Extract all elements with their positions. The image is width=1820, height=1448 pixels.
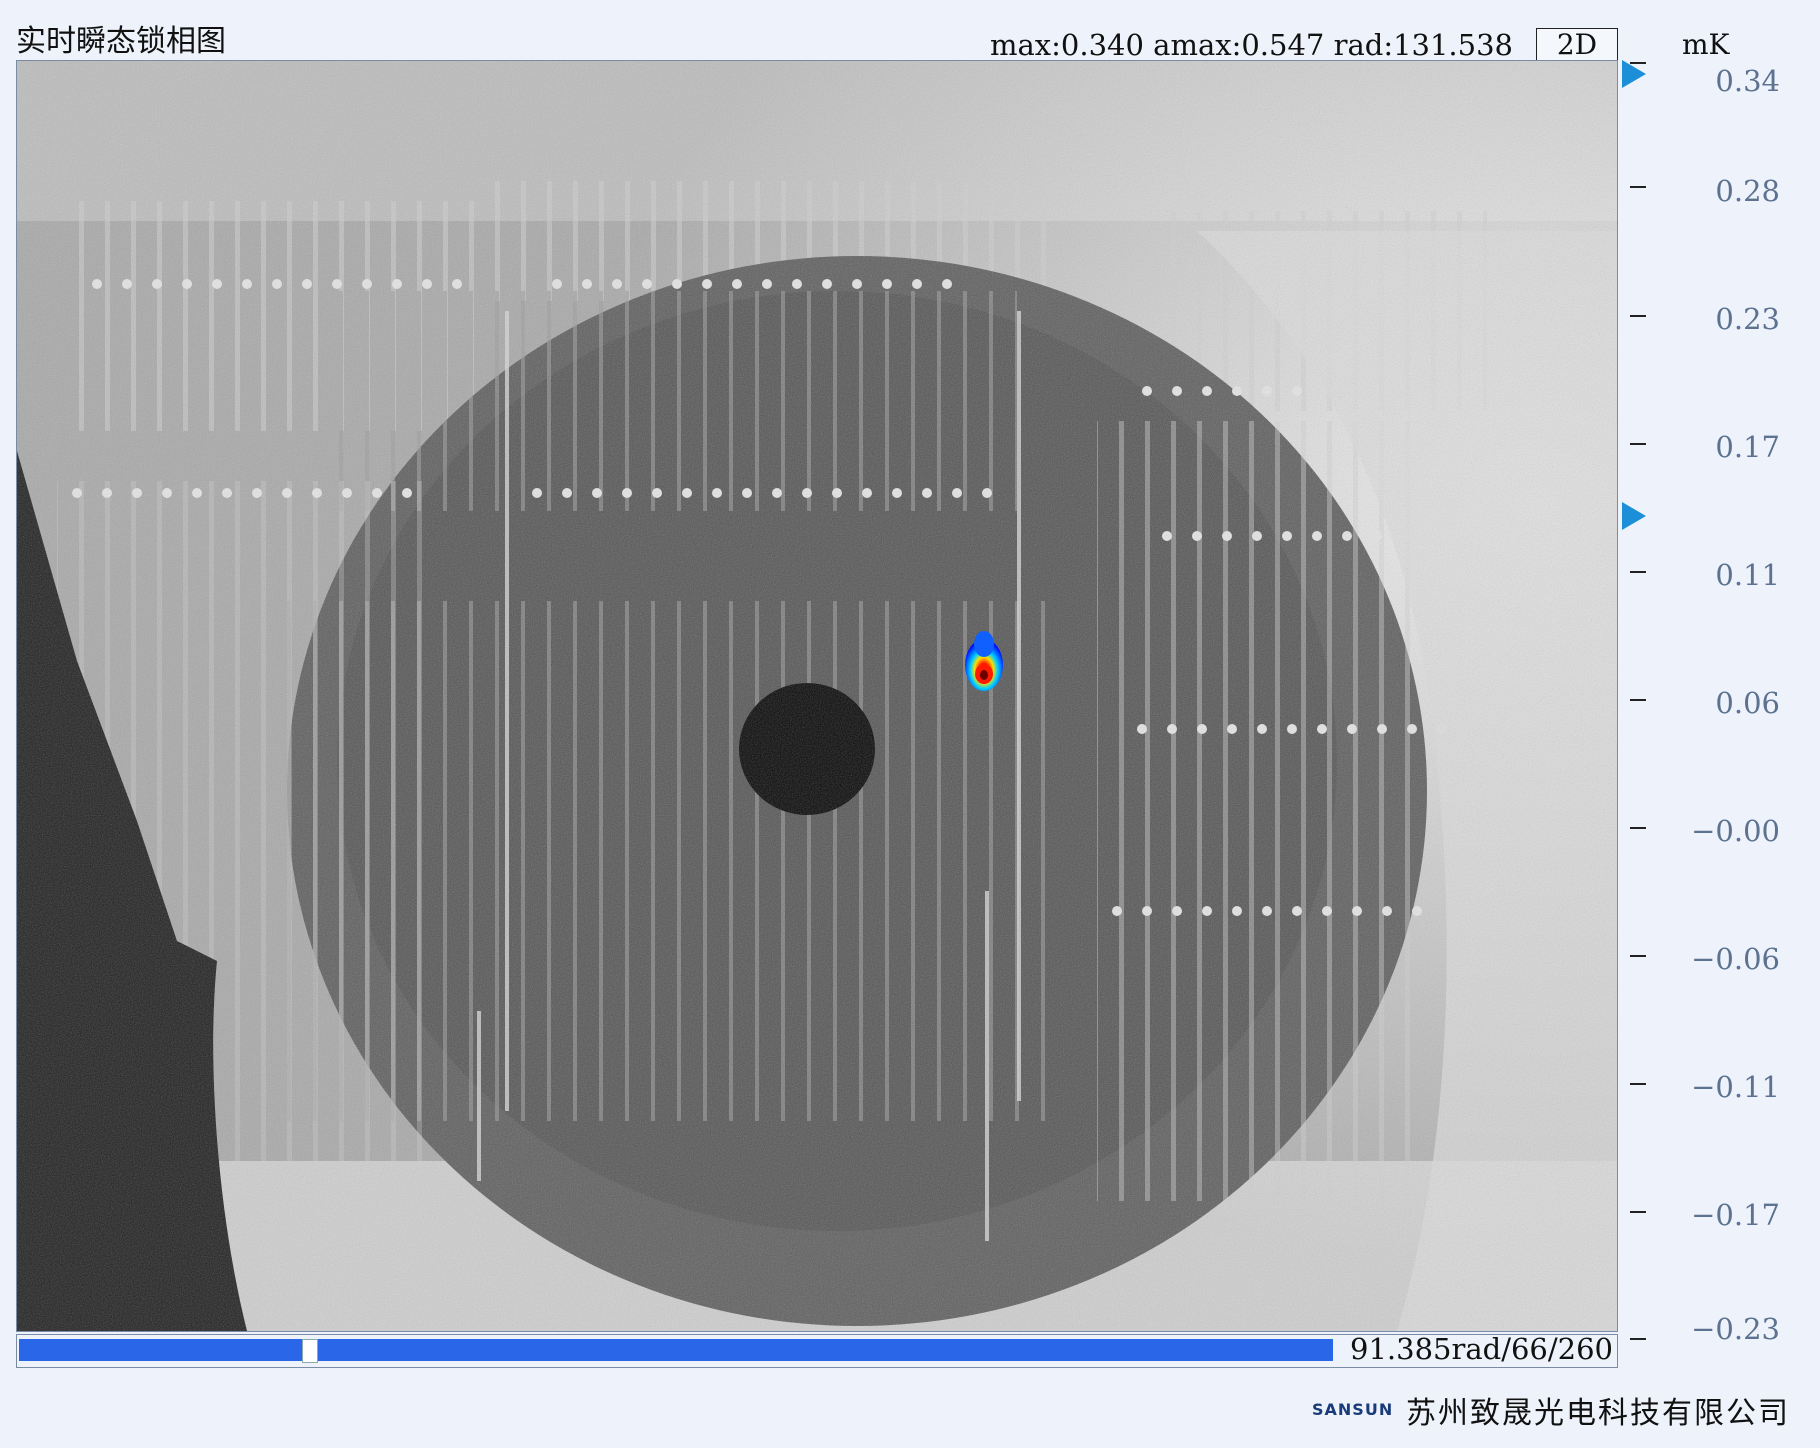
scale-tick-label: 0.28: [1715, 174, 1780, 208]
brand-logo: SANSUN: [1312, 1400, 1394, 1419]
scale-level-marker-icon[interactable]: [1622, 502, 1646, 530]
stats-readout: max:0.340 amax:0.547 rad:131.538: [990, 28, 1514, 62]
scale-tick-label: −0.06: [1691, 942, 1780, 976]
thermal-image-viewport[interactable]: [16, 60, 1618, 1332]
view-mode-button[interactable]: 2D: [1536, 28, 1618, 62]
scale-tick-label: 0.11: [1715, 558, 1780, 592]
scale-tick-label: −0.00: [1691, 814, 1780, 848]
scale-tick-label: 0.17: [1715, 430, 1780, 464]
scale-tick-label: −0.17: [1691, 1198, 1780, 1232]
scale-tick-label: 0.34: [1715, 64, 1780, 98]
scale-tick-label: 0.23: [1715, 302, 1780, 336]
scale-tick-label: −0.23: [1691, 1312, 1780, 1346]
company-name: 苏州致晟光电科技有限公司: [1406, 1396, 1790, 1431]
progress-slider-track[interactable]: [19, 1339, 1333, 1361]
thermal-image: [17, 61, 1617, 1331]
color-scale: 0.34 0.28 0.23 0.17 0.11 0.06 −0.00 −0.0…: [1618, 40, 1818, 1360]
frame-progress: 91.385rad/66/260: [16, 1332, 1618, 1368]
scale-tick-label: 0.06: [1715, 686, 1780, 720]
window-title: 实时瞬态锁相图: [16, 24, 226, 59]
scale-tick-label: −0.11: [1691, 1070, 1780, 1104]
progress-slider-thumb[interactable]: [302, 1339, 319, 1363]
progress-readout: 91.385rad/66/260: [1350, 1332, 1613, 1366]
